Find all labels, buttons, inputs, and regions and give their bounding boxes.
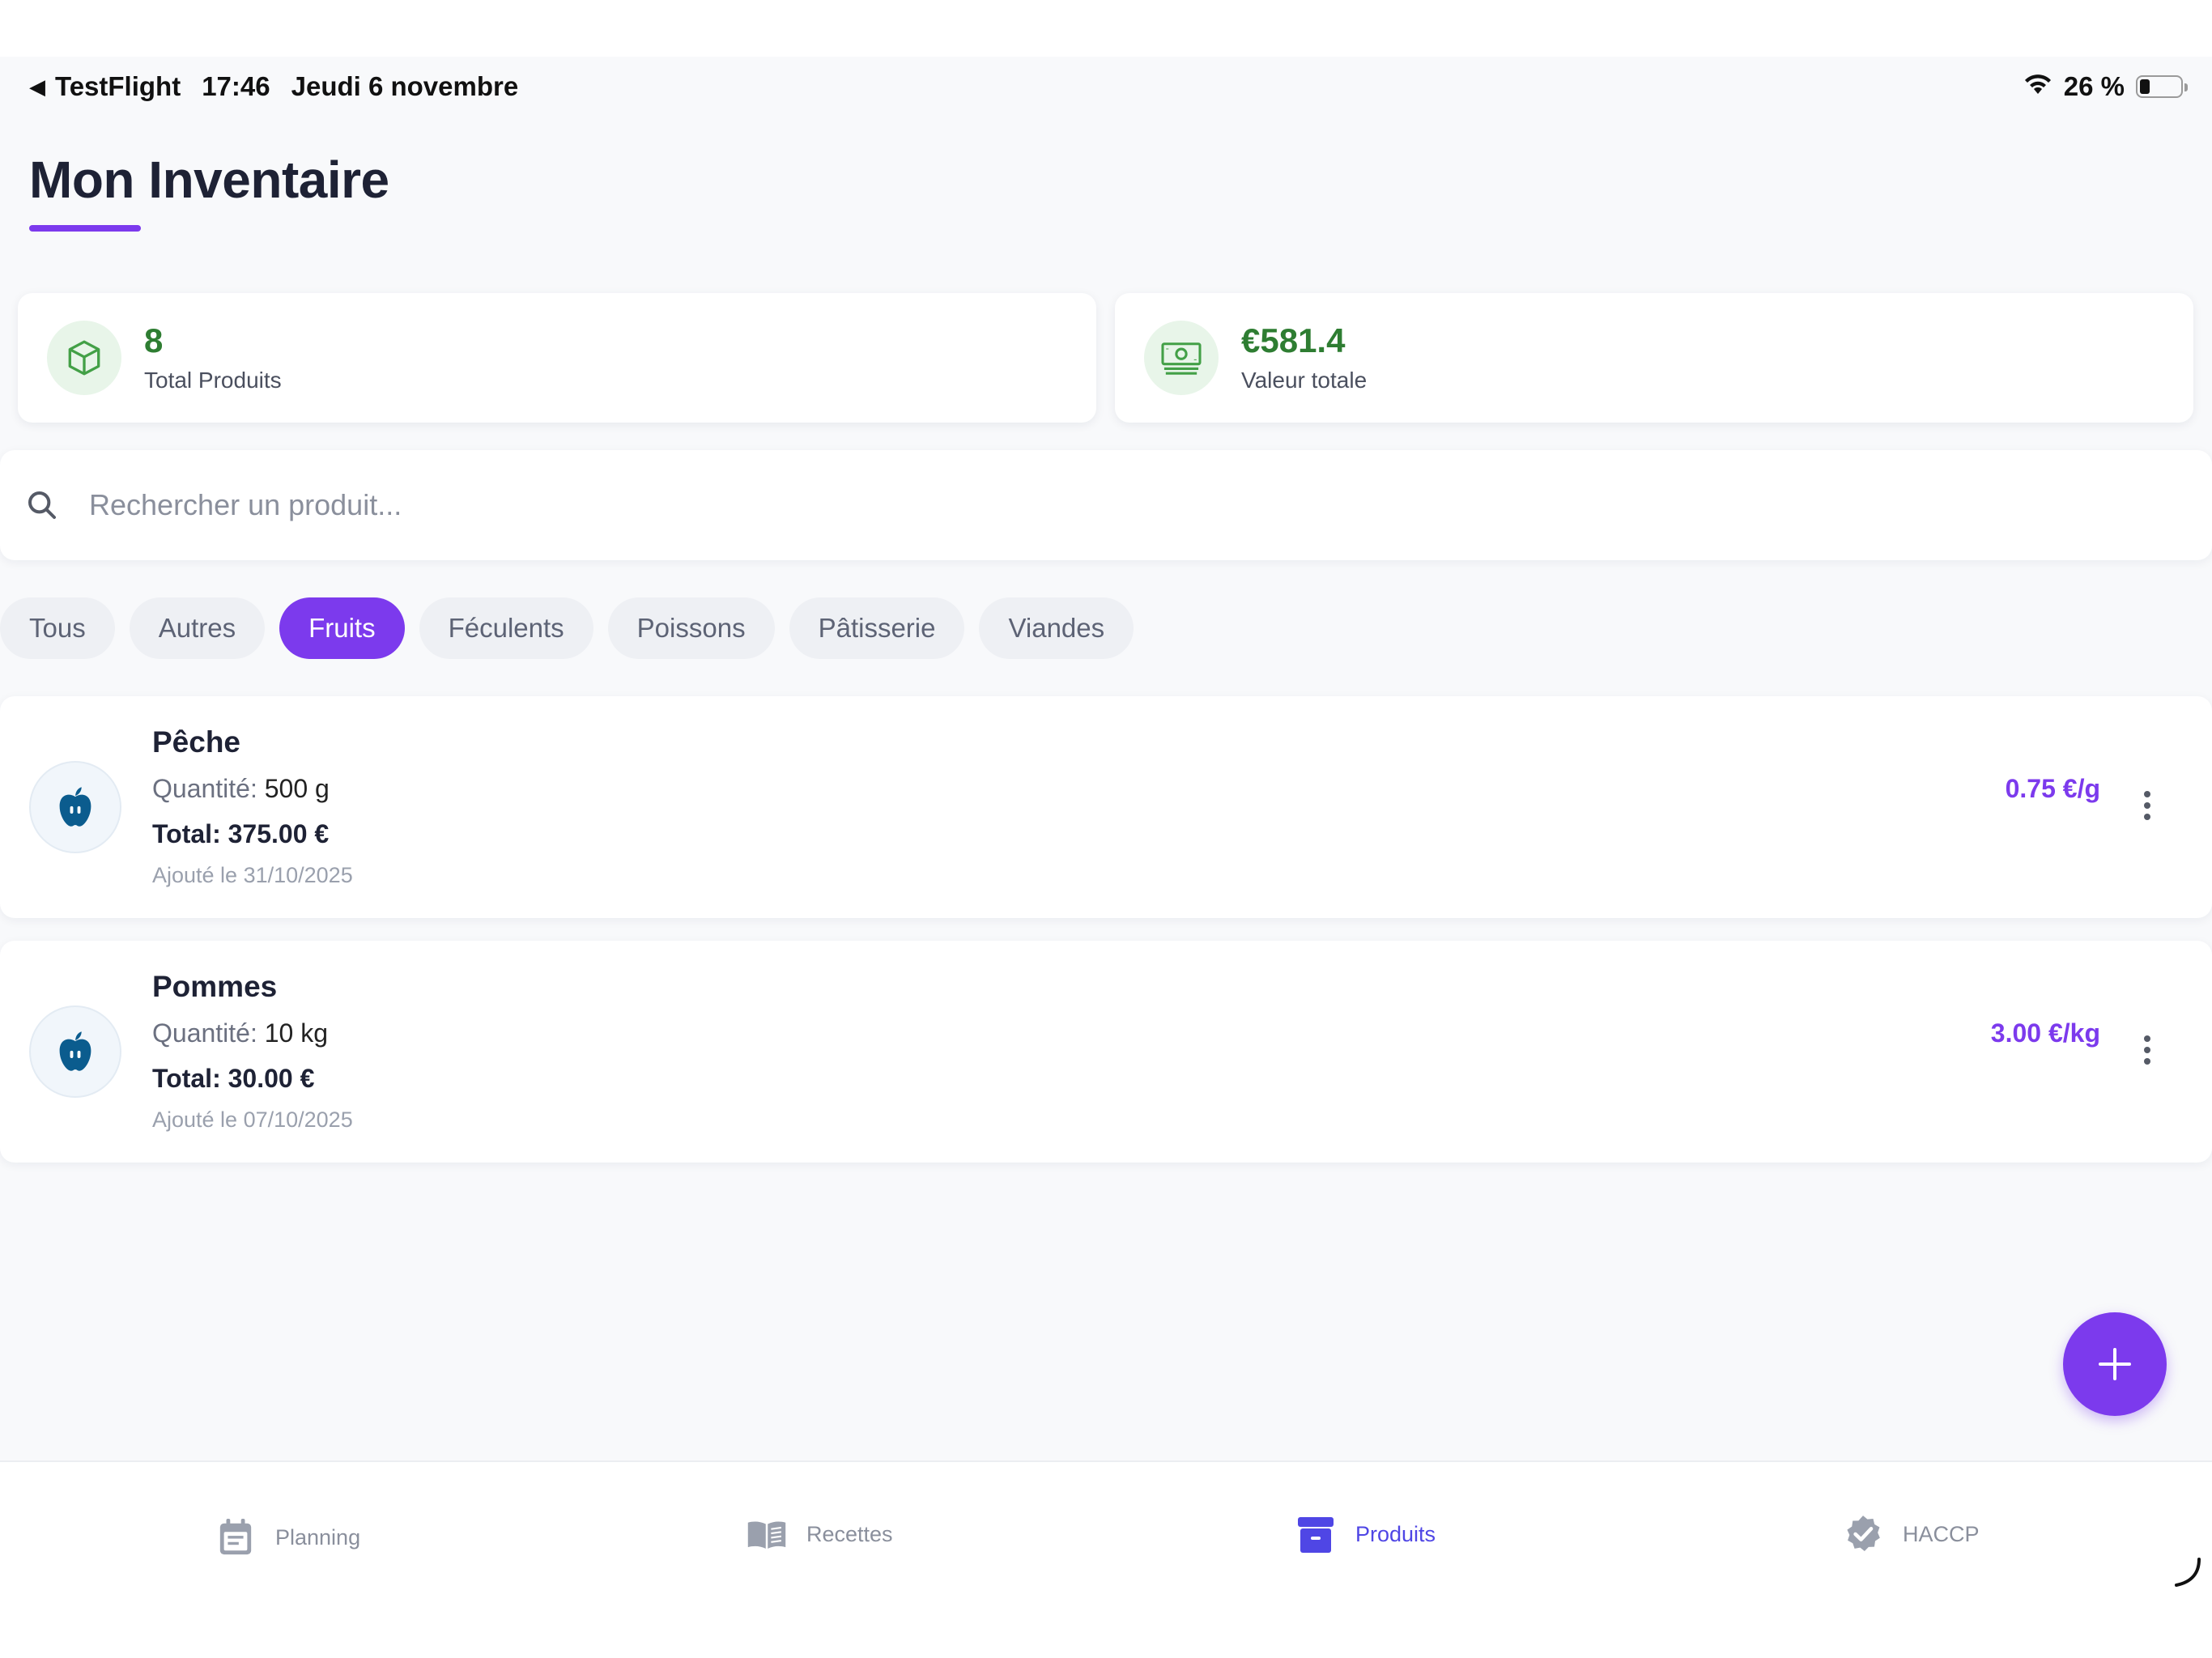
total-value-text: €581.4 Valeur totale: [1241, 321, 1368, 393]
tab-produits-label: Produits: [1355, 1521, 1436, 1546]
product-card[interactable]: Pommes Quantité: 10 kg Total: 30.00 € Aj…: [0, 941, 2212, 1163]
chip-poissons[interactable]: Poissons: [607, 597, 775, 659]
chip-patisserie[interactable]: Pâtisserie: [789, 597, 965, 659]
total-products-label: Total Produits: [144, 368, 282, 393]
page-title: Mon Inventaire: [29, 151, 389, 209]
tab-produits[interactable]: Produits: [1295, 1514, 1436, 1554]
total-value-card: €581.4 Valeur totale: [1115, 293, 2193, 423]
chip-viandes[interactable]: Viandes: [979, 597, 1134, 659]
chip-feculents[interactable]: Féculents: [419, 597, 593, 659]
tab-haccp[interactable]: HACCP: [1843, 1514, 1980, 1554]
battery-fill: [2140, 79, 2150, 94]
loading-spinner-icon: [2175, 1558, 2201, 1587]
battery-percent: 26 %: [2063, 71, 2125, 101]
quantity-label: Quantité:: [152, 774, 257, 803]
more-options-icon[interactable]: [2131, 1026, 2163, 1074]
total-products-card: 8 Total Produits: [18, 293, 1096, 423]
chip-fruits[interactable]: Fruits: [279, 597, 405, 659]
book-icon: [747, 1514, 787, 1554]
banknote-icon: [1144, 321, 1219, 395]
product-added-date: Ajouté le 31/10/2025: [152, 863, 353, 887]
product-card[interactable]: Pêche Quantité: 500 g Total: 375.00 € Aj…: [0, 696, 2212, 918]
total-products-text: 8 Total Produits: [144, 321, 282, 393]
status-date: Jeudi 6 novembre: [291, 71, 519, 101]
chip-tous[interactable]: Tous: [0, 597, 115, 659]
tab-haccp-label: HACCP: [1903, 1521, 1980, 1546]
status-bar: ◀ TestFlight 17:46 Jeudi 6 novembre 26 %: [0, 57, 2212, 121]
chip-autres[interactable]: Autres: [129, 597, 266, 659]
search-bar[interactable]: [0, 450, 2212, 560]
product-unit-price: 0.75 €/g: [2005, 774, 2100, 803]
category-filter-chips: Tous Autres Fruits Féculents Poissons Pâ…: [0, 597, 1134, 659]
apple-icon: [29, 1005, 121, 1098]
status-bar-right: 26 %: [2023, 71, 2188, 102]
app-screen: ◀ TestFlight 17:46 Jeudi 6 novembre 26 %…: [0, 57, 2212, 1658]
tab-planning[interactable]: Planning: [215, 1517, 360, 1558]
calendar-icon: [215, 1517, 256, 1558]
apple-icon: [29, 761, 121, 853]
battery-icon: [2136, 75, 2188, 98]
tab-recettes-label: Recettes: [806, 1521, 893, 1546]
tab-planning-label: Planning: [275, 1524, 361, 1550]
title-underline: [29, 225, 141, 232]
status-time: 17:46: [202, 71, 270, 101]
search-icon: [24, 487, 60, 523]
product-quantity: Quantité: 500 g: [152, 774, 330, 804]
add-product-button[interactable]: [2063, 1312, 2167, 1416]
back-arrow-icon: ◀: [29, 74, 45, 99]
product-name: Pommes: [152, 970, 278, 1003]
cube-icon: [47, 321, 121, 395]
product-added-date: Ajouté le 07/10/2025: [152, 1107, 353, 1132]
total-value-label: Valeur totale: [1241, 368, 1368, 393]
quantity-label: Quantité:: [152, 1018, 257, 1048]
product-quantity: Quantité: 10 kg: [152, 1018, 328, 1048]
product-total: Total: 30.00 €: [152, 1064, 315, 1093]
product-name: Pêche: [152, 725, 241, 759]
product-total: Total: 375.00 €: [152, 819, 330, 848]
back-app-label: TestFlight: [55, 71, 181, 101]
total-value-amount: €581.4: [1241, 321, 1346, 359]
tab-recettes[interactable]: Recettes: [747, 1514, 893, 1554]
more-options-icon[interactable]: [2131, 781, 2163, 830]
status-bar-left: ◀ TestFlight 17:46 Jeudi 6 novembre: [29, 71, 518, 102]
quantity-value: 500 g: [264, 774, 330, 803]
product-unit-price: 3.00 €/kg: [1990, 1018, 2100, 1048]
back-to-app-link[interactable]: ◀ TestFlight: [29, 71, 181, 102]
verified-badge-icon: [1843, 1514, 1883, 1554]
total-products-value: 8: [144, 321, 164, 359]
plus-icon: [2099, 1348, 2131, 1380]
search-input[interactable]: [89, 488, 2032, 522]
wifi-icon: [2023, 71, 2052, 102]
quantity-value: 10 kg: [264, 1018, 329, 1048]
archive-box-icon: [1295, 1514, 1336, 1554]
bottom-tab-bar: Planning Recettes Produits HACCP: [0, 1460, 2212, 1658]
